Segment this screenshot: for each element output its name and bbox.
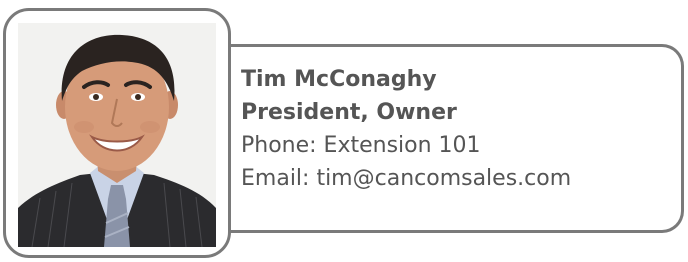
portrait-photo bbox=[18, 23, 216, 247]
contact-name: Tim McConaghy bbox=[241, 67, 437, 92]
contact-title: President, Owner bbox=[241, 100, 457, 125]
contact-phone: Phone: Extension 101 bbox=[241, 133, 481, 158]
contact-card: Tim McConaghy President, Owner Phone: Ex… bbox=[0, 0, 688, 262]
contact-details: Tim McConaghy President, Owner Phone: Ex… bbox=[241, 63, 571, 195]
contact-info-box: Tim McConaghy President, Owner Phone: Ex… bbox=[226, 44, 684, 233]
portrait-illustration bbox=[18, 23, 216, 247]
portrait-frame bbox=[3, 8, 231, 258]
contact-email: Email: tim@cancomsales.com bbox=[241, 166, 572, 191]
